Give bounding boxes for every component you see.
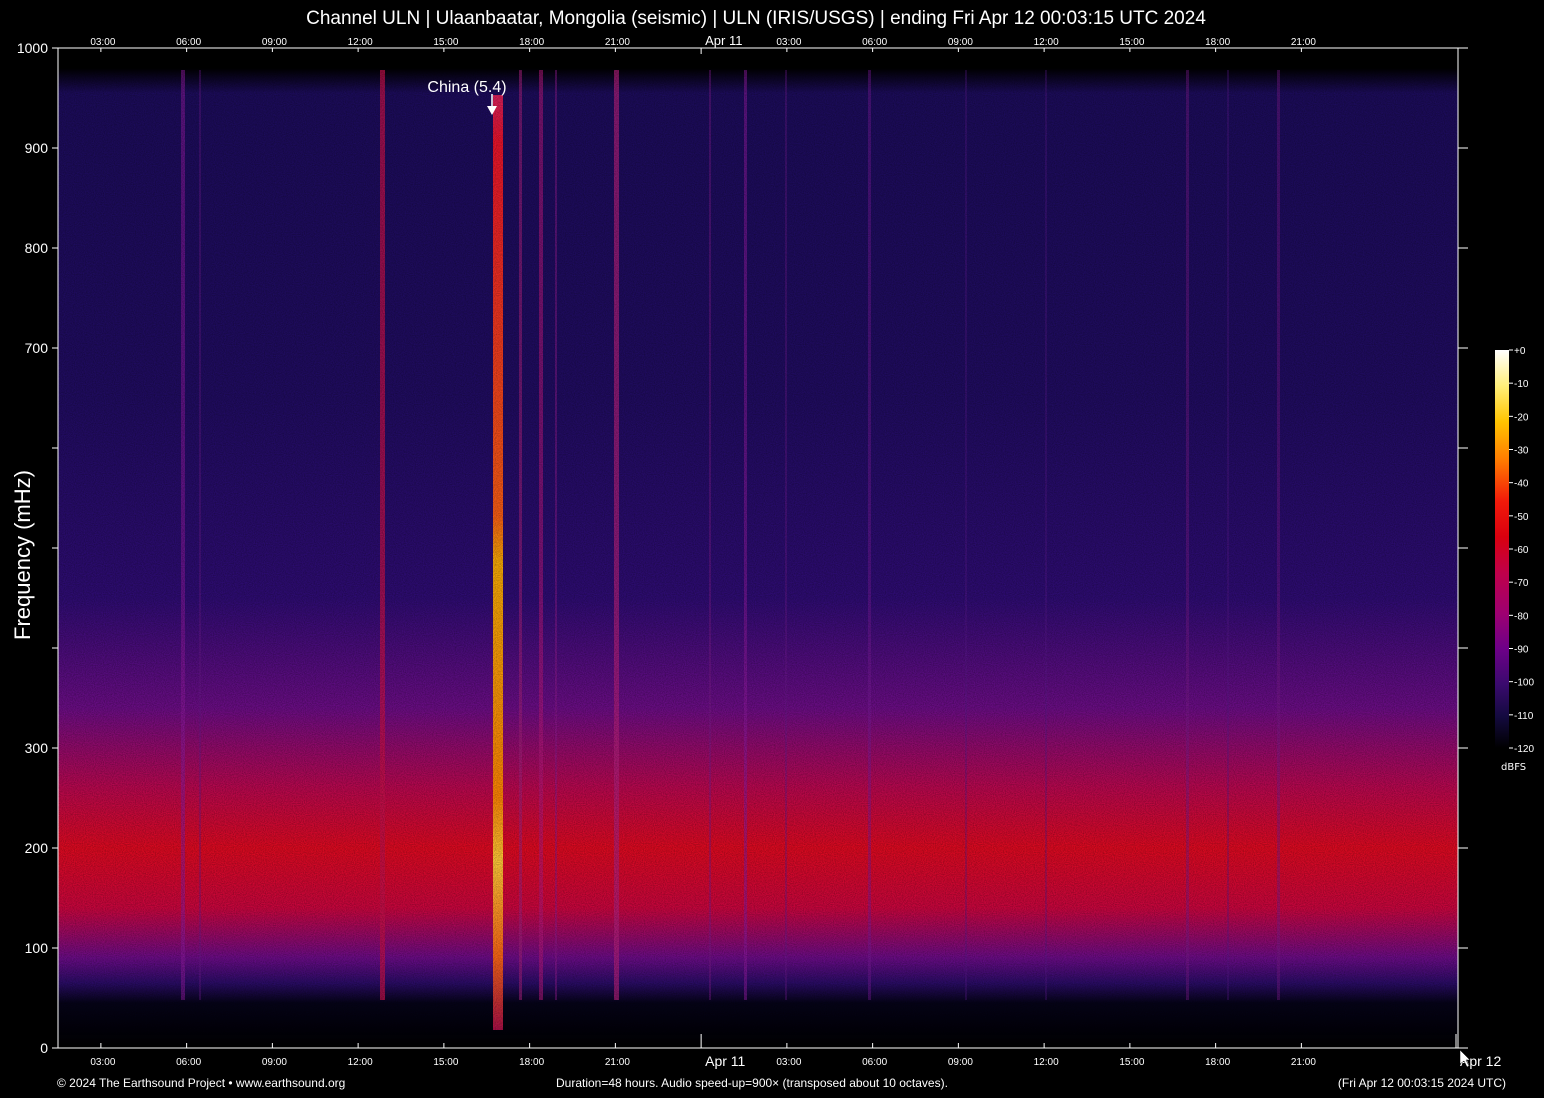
x-tick-label-top: 18:00	[1205, 37, 1230, 48]
x-tick-label-top: 21:00	[605, 37, 630, 48]
x-tick-label-top: 12:00	[1034, 37, 1059, 48]
x-tick-label: 21:00	[1291, 1057, 1316, 1068]
x-tick-label-top: 06:00	[862, 37, 887, 48]
colorbar-tick-label: -80	[1514, 611, 1529, 622]
x-tick-label: Apr 11	[705, 1053, 745, 1069]
x-tick-label: 18:00	[1205, 1057, 1230, 1068]
x-tick-label-top: 12:00	[348, 37, 373, 48]
x-tick-label: 03:00	[776, 1057, 801, 1068]
colorbar	[1495, 350, 1509, 748]
colorbar-ticks: +0 -10 -20 -30 -40 -50 -60 -70 -80 -90 -100 -110 -12…	[1509, 346, 1534, 755]
y-tick-label: 900	[25, 140, 49, 156]
y-axis-label: Frequency (mHz)	[10, 470, 35, 640]
colorbar-tick-label: -70	[1514, 578, 1529, 589]
footer-timestamp: (Fri Apr 12 00:03:15 2024 UTC)	[1337, 1076, 1506, 1090]
x-tick-label: 12:00	[1034, 1057, 1059, 1068]
x-tick-label: 03:00	[90, 1057, 115, 1068]
x-tick-label-top: 03:00	[90, 37, 115, 48]
colorbar-tick-label: -90	[1514, 645, 1529, 656]
x-tick-label: 09:00	[262, 1057, 287, 1068]
x-tick-label: 21:00	[605, 1057, 630, 1068]
noise-texture	[58, 60, 1458, 1035]
x-tick-label: 15:00	[1119, 1057, 1144, 1068]
x-tick-label-top: 06:00	[176, 37, 201, 48]
x-tick-label: 12:00	[348, 1057, 373, 1068]
y-tick-label: 200	[25, 840, 49, 856]
x-tick-label-top: 09:00	[262, 37, 287, 48]
x-tick-label-top: 18:00	[519, 37, 544, 48]
y-tick-label: 300	[25, 740, 49, 756]
y-tick-label: 100	[25, 940, 49, 956]
colorbar-tick-label: +0	[1514, 346, 1526, 357]
annotation-label: China (5.4)	[427, 79, 506, 96]
x-tick-label: 15:00	[433, 1057, 458, 1068]
colorbar-tick-label: -50	[1514, 512, 1529, 523]
x-tick-label-top: Apr 11	[705, 33, 742, 48]
colorbar-tick-label: -40	[1514, 479, 1529, 490]
y-tick-label: 1000	[17, 40, 48, 56]
x-tick-label-top: 09:00	[948, 37, 973, 48]
colorbar-tick-label: -100	[1514, 678, 1534, 689]
colorbar-tick-label: -60	[1514, 545, 1529, 556]
x-tick-label: 06:00	[176, 1057, 201, 1068]
x-tick-label-top: 15:00	[433, 37, 458, 48]
colorbar-tick-label: -10	[1514, 379, 1529, 390]
footer-copyright: © 2024 The Earthsound Project • www.eart…	[57, 1076, 346, 1090]
footer-info: Duration=48 hours. Audio speed-up=900× (…	[556, 1076, 948, 1090]
colorbar-unit: dBFS	[1501, 762, 1527, 773]
spectrogram-chart: 0 100 200 300 700 800 900 1000 03:00 03:00 06:00 0…	[17, 33, 1535, 1069]
colorbar-tick-label: -110	[1514, 711, 1534, 722]
colorbar-tick-label: -30	[1514, 446, 1529, 457]
x-tick-label: 18:00	[519, 1057, 544, 1068]
y-tick-label: 700	[25, 340, 49, 356]
y-tick-label: 800	[25, 240, 49, 256]
x-tick-label-top: 03:00	[776, 37, 801, 48]
x-tick-label-top: 21:00	[1291, 37, 1316, 48]
y-tick-label: 0	[40, 1040, 48, 1056]
x-tick-label-top: 15:00	[1119, 37, 1144, 48]
colorbar-tick-label: -120	[1514, 744, 1534, 755]
colorbar-tick-label: -20	[1514, 412, 1529, 423]
x-tick-label: 06:00	[862, 1057, 887, 1068]
x-tick-label: 09:00	[948, 1057, 973, 1068]
